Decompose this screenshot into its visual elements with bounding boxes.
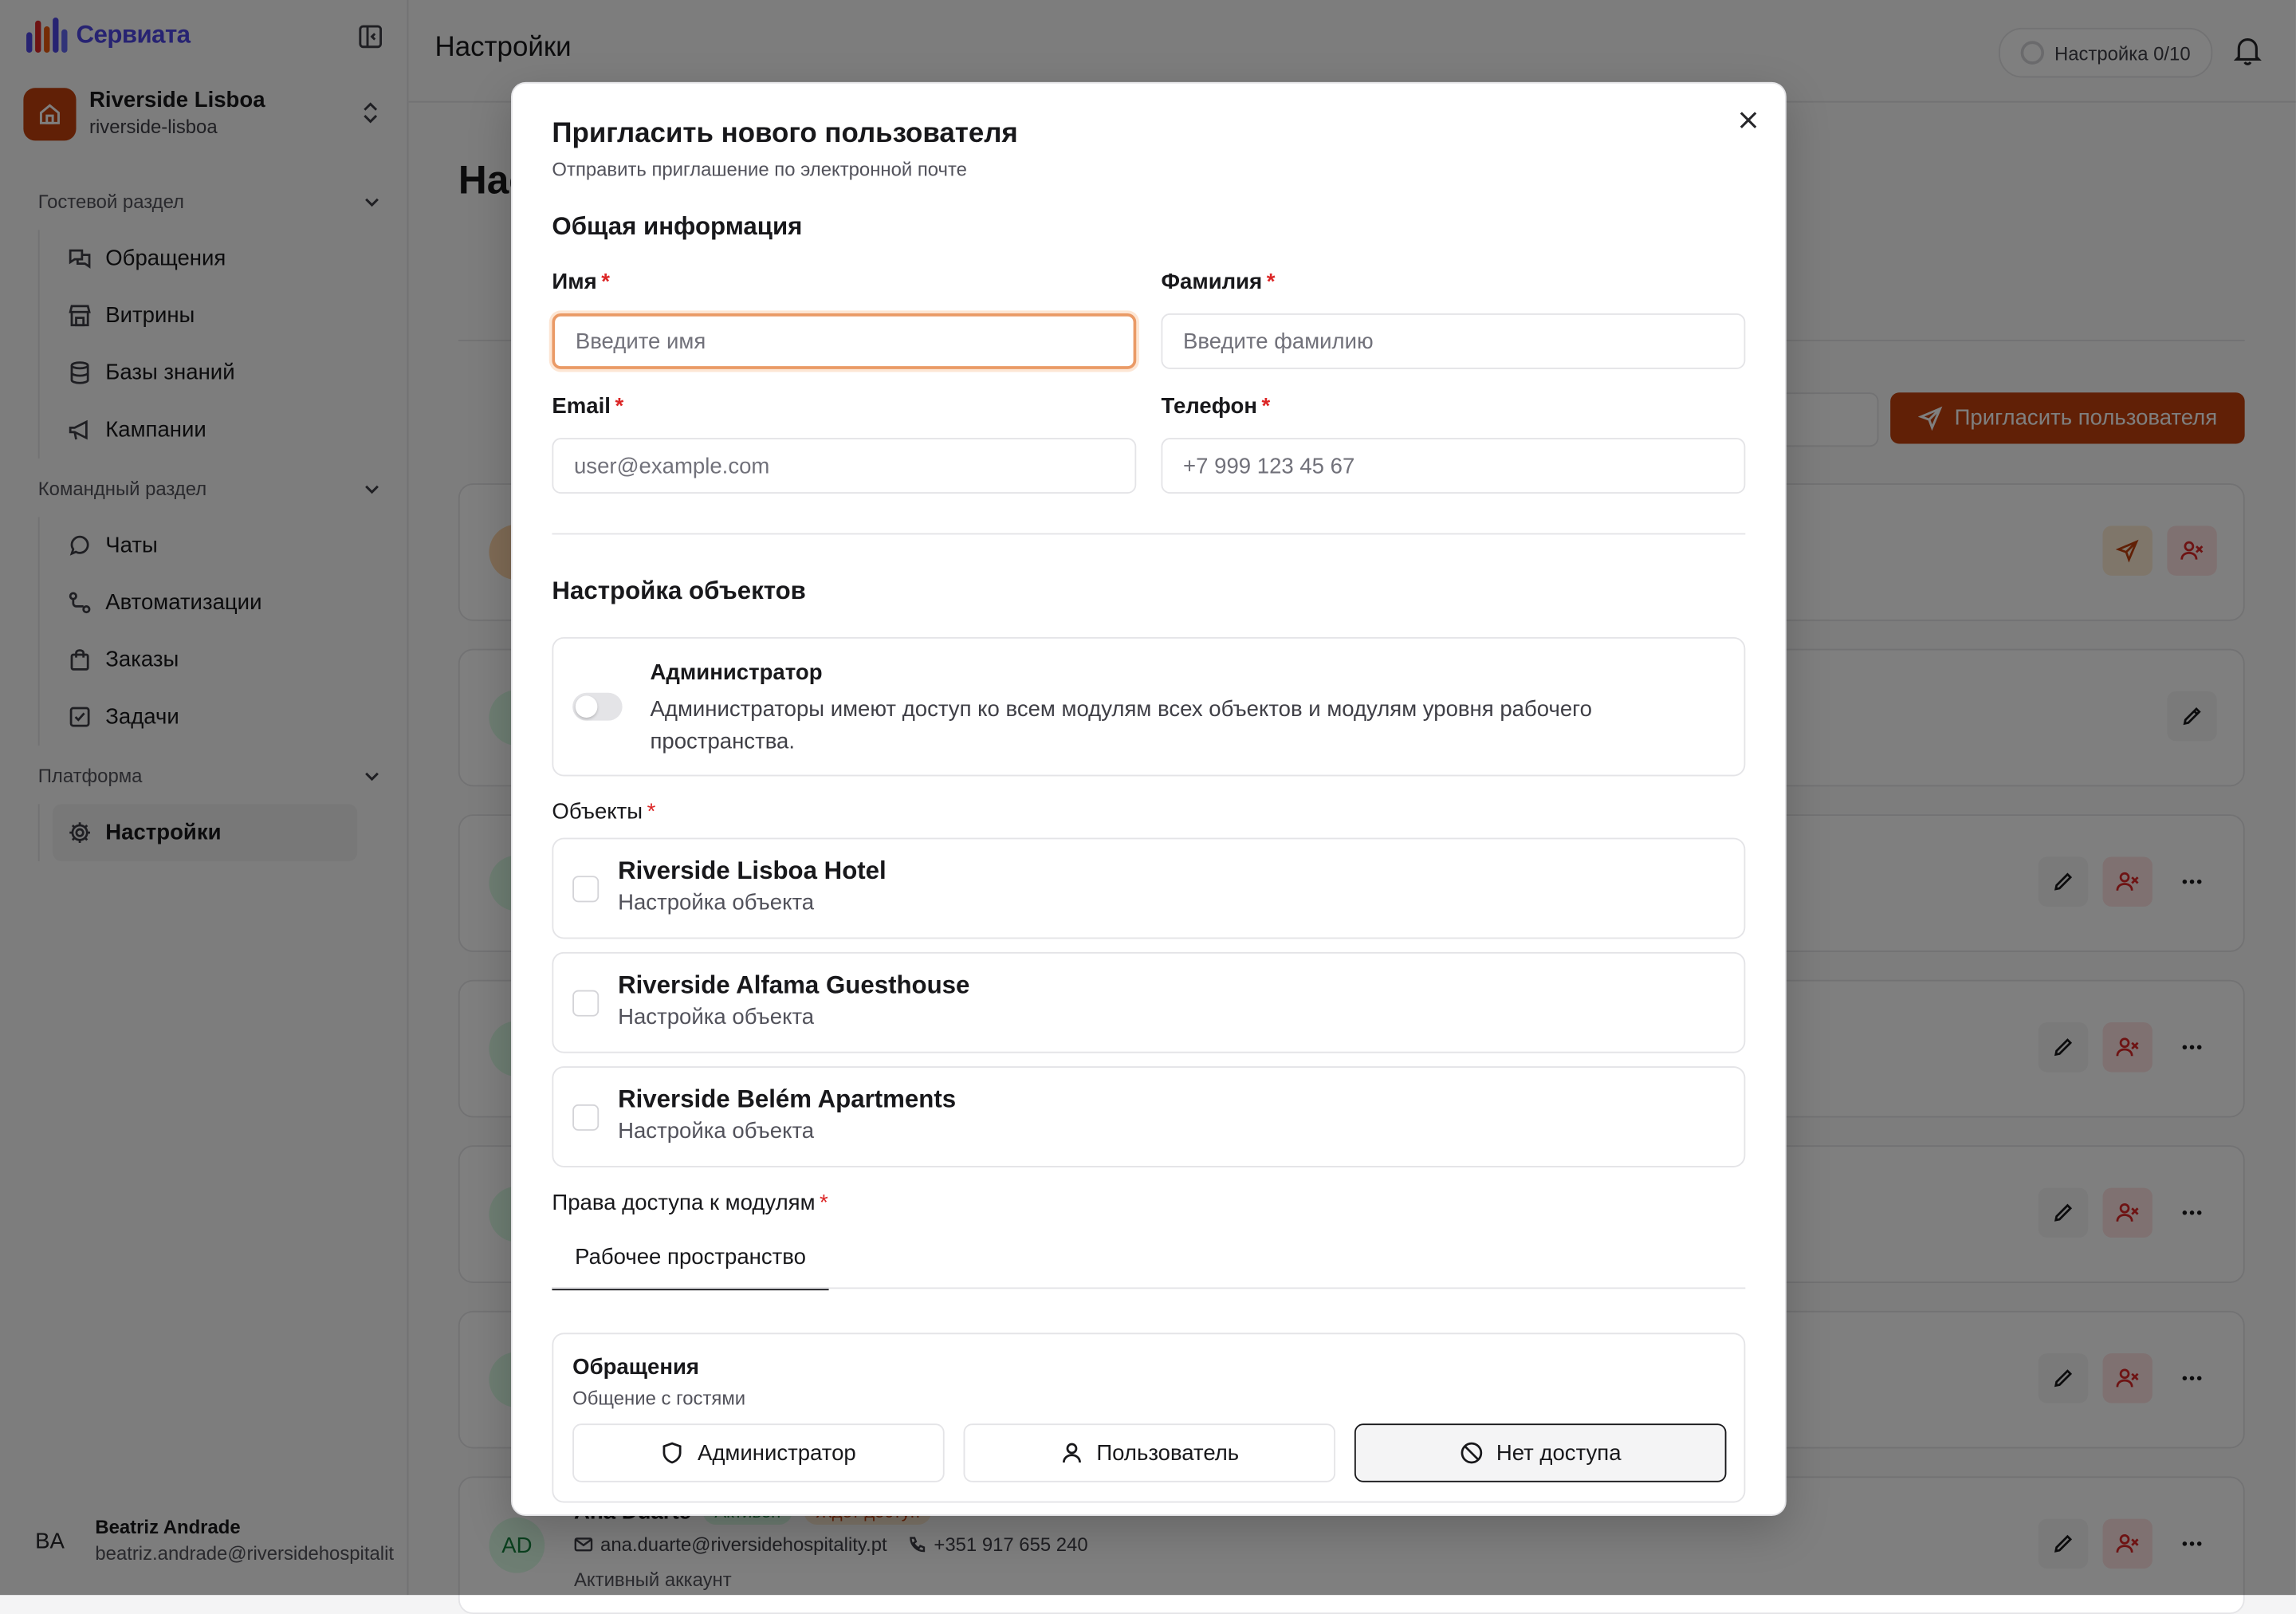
permission-admin-label: Администратор bbox=[697, 1440, 856, 1466]
object-checkbox[interactable] bbox=[572, 990, 600, 1017]
last-name-label: Фамилия * bbox=[1161, 269, 1276, 295]
object-name: Riverside Lisboa Hotel bbox=[618, 856, 887, 885]
object-option[interactable]: Riverside Alfama Guesthouse Настройка об… bbox=[552, 951, 1746, 1053]
general-section-title: Общая информация bbox=[552, 212, 803, 241]
tab-workspace[interactable]: Рабочее пространство bbox=[552, 1226, 829, 1291]
dialog-subtitle: Отправить приглашение по электронной поч… bbox=[552, 158, 967, 180]
objects-section-title: Настройка объектов bbox=[552, 577, 806, 605]
permission-none-button[interactable]: Нет доступа bbox=[1354, 1423, 1727, 1482]
tabs-divider bbox=[552, 1287, 1746, 1289]
object-subtitle: Настройка объекта bbox=[618, 890, 815, 915]
ban-icon bbox=[1461, 1442, 1482, 1464]
first-name-input[interactable] bbox=[552, 313, 1137, 369]
app-root: Сервиата Riverside Lisboa riverside-lisb… bbox=[0, 0, 2296, 1614]
phone-input[interactable] bbox=[1161, 438, 1746, 494]
permission-none-label: Нет доступа bbox=[1496, 1440, 1622, 1466]
dialog-title: Пригласить нового пользователя bbox=[552, 118, 1018, 150]
invite-user-dialog: Пригласить нового пользователя Отправить… bbox=[511, 81, 1787, 1516]
module-permission-card: Обращения Общение с гостями Администрато… bbox=[552, 1333, 1746, 1503]
object-option[interactable]: Riverside Belém Apartments Настройка объ… bbox=[552, 1066, 1746, 1167]
permission-user-label: Пользователь bbox=[1096, 1440, 1240, 1466]
last-name-input[interactable] bbox=[1161, 313, 1746, 369]
email-input[interactable] bbox=[552, 438, 1137, 494]
module-title: Обращения bbox=[572, 1354, 699, 1380]
admin-toggle-card: Администратор Администраторы имеют досту… bbox=[552, 636, 1746, 777]
email-label: Email * bbox=[552, 394, 624, 419]
permission-user-button[interactable]: Пользователь bbox=[963, 1423, 1336, 1482]
object-name: Riverside Belém Apartments bbox=[618, 1085, 957, 1113]
objects-label: Объекты * bbox=[552, 799, 656, 825]
object-subtitle: Настройка объекта bbox=[618, 1119, 815, 1144]
divider bbox=[552, 533, 1746, 535]
object-option[interactable]: Riverside Lisboa Hotel Настройка объекта bbox=[552, 837, 1746, 939]
object-checkbox[interactable] bbox=[572, 876, 600, 903]
phone-label: Телефон * bbox=[1161, 394, 1271, 419]
shield-icon bbox=[663, 1442, 682, 1464]
object-checkbox[interactable] bbox=[572, 1104, 600, 1131]
admin-title: Администратор bbox=[650, 660, 823, 686]
close-icon[interactable] bbox=[1738, 110, 1759, 131]
object-subtitle: Настройка объекта bbox=[618, 1004, 815, 1030]
permission-admin-button[interactable]: Администратор bbox=[572, 1423, 945, 1482]
object-name: Riverside Alfama Guesthouse bbox=[618, 970, 970, 999]
modules-label: Права доступа к модулям * bbox=[552, 1191, 828, 1216]
user-icon bbox=[1062, 1443, 1081, 1463]
first-name-label: Имя * bbox=[552, 269, 610, 295]
admin-toggle[interactable] bbox=[572, 692, 623, 721]
module-subtitle: Общение с гостями bbox=[572, 1387, 746, 1409]
admin-description: Администраторы имеют доступ ко всем моду… bbox=[650, 697, 1592, 754]
